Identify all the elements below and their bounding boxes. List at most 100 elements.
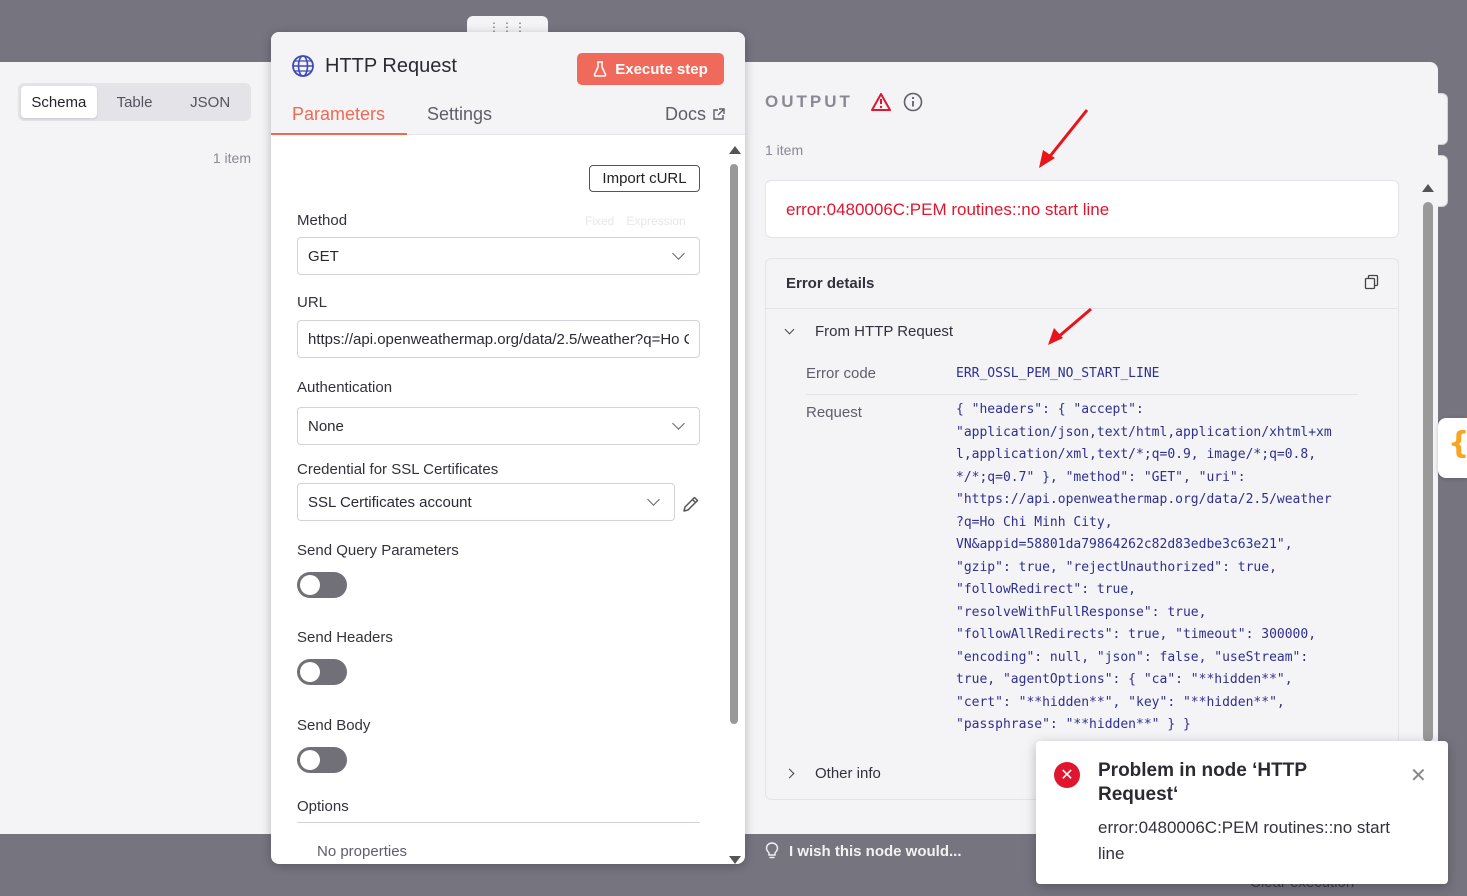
request-line: true, "agentOptions": { "ca": "**hidden*… bbox=[956, 672, 1293, 687]
fixed-option[interactable]: Fixed bbox=[585, 214, 614, 228]
request-line: "gzip": true, "rejectUnauthorized": true… bbox=[956, 559, 1277, 575]
authentication-label: Authentication bbox=[297, 379, 393, 396]
request-line: "resolveWithFullResponse": true, bbox=[956, 604, 1207, 620]
feedback-link[interactable]: I wish this node would... bbox=[765, 842, 962, 860]
edit-pencil-icon[interactable] bbox=[681, 494, 701, 514]
options-divider bbox=[297, 822, 700, 823]
output-header: OUTPUT bbox=[765, 92, 923, 112]
tab-schema[interactable]: Schema bbox=[21, 86, 97, 118]
info-icon[interactable] bbox=[903, 92, 923, 112]
url-input[interactable] bbox=[297, 320, 700, 358]
details-divider bbox=[806, 394, 1358, 395]
request-line: l,application/xml,text/*;q=0.9, image/*;… bbox=[956, 447, 1317, 462]
chevron-right-icon bbox=[784, 768, 795, 779]
annotation-arrow-icon bbox=[1039, 109, 1089, 168]
request-line: "encoding": null, "json": false, "useStr… bbox=[956, 649, 1309, 665]
import-curl-button[interactable]: Import cURL bbox=[589, 165, 700, 192]
tab-parameters[interactable]: Parameters bbox=[292, 104, 385, 125]
ssl-credential-label: Credential for SSL Certificates bbox=[297, 461, 499, 478]
error-details-header: Error details bbox=[766, 259, 1398, 309]
feedback-label: I wish this node would... bbox=[789, 842, 962, 860]
tab-table[interactable]: Table bbox=[97, 86, 173, 118]
parameters-scrollbar[interactable] bbox=[729, 146, 741, 864]
edge-panel-tab bbox=[1438, 155, 1448, 207]
active-tab-indicator bbox=[271, 133, 407, 135]
request-line: ?q=Ho Chi Minh City, bbox=[956, 514, 1113, 530]
execute-step-button[interactable]: Execute step bbox=[577, 53, 724, 85]
json-brace-icon[interactable]: { bbox=[1438, 418, 1467, 478]
scroll-down-arrow[interactable] bbox=[729, 856, 741, 864]
toast-message: error:0480006C:PEM routines::no start li… bbox=[1098, 818, 1390, 863]
output-title: OUTPUT bbox=[765, 92, 853, 111]
authentication-select[interactable]: None bbox=[297, 407, 700, 445]
scroll-thumb[interactable] bbox=[730, 164, 738, 724]
copy-icon[interactable] bbox=[1364, 274, 1380, 290]
no-properties-text: No properties bbox=[317, 843, 408, 860]
method-label: Method bbox=[297, 212, 348, 229]
ssl-credential-select[interactable]: SSL Certificates account bbox=[297, 483, 675, 521]
authentication-value: None bbox=[308, 417, 344, 435]
globe-icon bbox=[292, 55, 314, 77]
error-message-box: error:0480006C:PEM routines::no start li… bbox=[765, 180, 1399, 238]
error-code-value: ERR_OSSL_PEM_NO_START_LINE bbox=[956, 366, 1160, 381]
send-query-label: Send Query Parameters bbox=[297, 542, 459, 559]
request-line: "passphrase": "**hidden**" } } bbox=[956, 717, 1191, 732]
lightbulb-icon bbox=[765, 842, 779, 859]
node-tabs: Parameters Settings Docs bbox=[271, 100, 745, 135]
error-details-title: Error details bbox=[786, 275, 875, 292]
request-label: Request bbox=[806, 404, 862, 421]
input-panel: Schema Table JSON 1 item bbox=[0, 62, 272, 834]
execute-step-label: Execute step bbox=[615, 60, 708, 78]
docs-link[interactable]: Docs bbox=[665, 104, 725, 125]
from-http-request-label: From HTTP Request bbox=[815, 323, 954, 340]
scroll-up-arrow[interactable] bbox=[1422, 184, 1434, 192]
request-line: "application/json,text/html,application/… bbox=[956, 424, 1332, 440]
flask-icon bbox=[593, 61, 607, 77]
toast-title: Problem in node ‘HTTP Request‘ bbox=[1098, 760, 1307, 805]
send-headers-toggle[interactable] bbox=[297, 659, 347, 685]
other-info-label: Other info bbox=[815, 765, 881, 782]
output-scrollbar[interactable] bbox=[1422, 184, 1434, 744]
request-line: { "headers": { "accept": bbox=[956, 402, 1144, 417]
chevron-down-icon bbox=[647, 493, 660, 506]
from-http-request-toggle[interactable]: From HTTP Request bbox=[784, 323, 954, 340]
fixed-expression-toggle[interactable]: Fixed Expression bbox=[577, 209, 699, 233]
edge-panel-tab bbox=[1438, 93, 1448, 145]
scroll-thumb[interactable] bbox=[1423, 202, 1433, 742]
other-info-toggle[interactable]: Other info bbox=[784, 765, 881, 782]
node-header: HTTP Request Execute step Parameters Set… bbox=[271, 32, 745, 135]
chevron-down-icon bbox=[784, 324, 795, 335]
error-circle-icon: ✕ bbox=[1054, 762, 1080, 788]
close-icon[interactable]: ✕ bbox=[1410, 763, 1427, 788]
send-query-toggle[interactable] bbox=[297, 572, 347, 598]
output-panel: OUTPUT 1 item error:0480006C:PEM routine… bbox=[745, 62, 1438, 834]
parameters-body: Import cURL Method Fixed Expression GET … bbox=[271, 136, 745, 864]
external-link-icon bbox=[713, 108, 725, 120]
error-toast: ✕ Problem in node ‘HTTP Request‘ error:0… bbox=[1036, 741, 1448, 884]
node-settings-panel: HTTP Request Execute step Parameters Set… bbox=[271, 32, 745, 864]
chevron-down-icon bbox=[672, 417, 685, 430]
send-headers-label: Send Headers bbox=[297, 629, 393, 646]
chevron-down-icon bbox=[672, 247, 685, 260]
method-select[interactable]: GET bbox=[297, 237, 700, 275]
annotation-arrow-icon bbox=[1048, 307, 1092, 345]
send-body-toggle[interactable] bbox=[297, 747, 347, 773]
error-message: error:0480006C:PEM routines::no start li… bbox=[786, 200, 1110, 219]
input-items-count: 1 item bbox=[212, 150, 251, 166]
send-body-label: Send Body bbox=[297, 717, 371, 734]
tab-json[interactable]: JSON bbox=[172, 86, 248, 118]
method-value: GET bbox=[308, 247, 339, 265]
request-line: "followRedirect": true, bbox=[956, 582, 1137, 597]
display-mode-switch: Schema Table JSON bbox=[18, 83, 251, 121]
scroll-up-arrow[interactable] bbox=[729, 146, 741, 154]
request-line: "followAllRedirects": true, "timeout": 3… bbox=[956, 627, 1317, 642]
request-line: VN&appid=58801da79864262c82d83edbe3c63e2… bbox=[956, 537, 1293, 552]
output-items-count: 1 item bbox=[765, 142, 804, 158]
expression-option[interactable]: Expression bbox=[626, 214, 685, 228]
node-title[interactable]: HTTP Request bbox=[325, 55, 457, 78]
node-title-row: HTTP Request bbox=[291, 54, 457, 78]
options-label: Options bbox=[297, 798, 349, 815]
tab-settings[interactable]: Settings bbox=[427, 104, 492, 125]
request-line: "cert": "**hidden**", "key": "**hidden**… bbox=[956, 694, 1285, 710]
warning-icon bbox=[870, 93, 891, 111]
